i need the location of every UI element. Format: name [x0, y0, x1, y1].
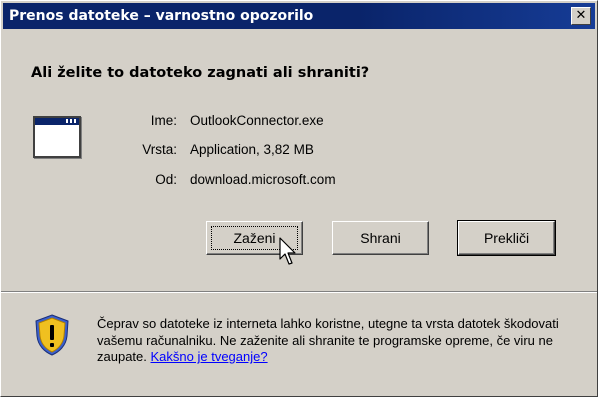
cancel-button[interactable]: Prekliči [457, 220, 556, 256]
close-button[interactable]: ✕ [571, 7, 591, 25]
dialog-title: Prenos datoteke – varnostno opozorilo [9, 8, 314, 24]
question-heading: Ali želite to datoteko zagnati ali shran… [31, 65, 370, 81]
from-value: download.microsoft.com [190, 172, 336, 187]
application-window-icon [33, 116, 81, 158]
separator [1, 291, 597, 293]
risk-link[interactable]: Kakšno je tveganje? [151, 349, 268, 364]
close-icon: ✕ [575, 8, 587, 23]
title-bar[interactable]: Prenos datoteke – varnostno opozorilo ✕ [3, 3, 595, 29]
name-label: Ime: [150, 113, 177, 128]
from-label: Od: [155, 172, 177, 187]
type-label: Vrsta: [142, 142, 177, 157]
run-button[interactable]: Zaženi [206, 221, 303, 255]
name-value: OutlookConnector.exe [190, 113, 324, 128]
save-button[interactable]: Shrani [332, 221, 429, 255]
type-value: Application, 3,82 MB [190, 142, 314, 157]
security-warning-dialog: Prenos datoteke – varnostno opozorilo ✕ … [0, 0, 598, 397]
warning-message: Čeprav so datoteke iz interneta lahko ko… [97, 316, 567, 366]
security-shield-warning-icon [35, 314, 69, 356]
